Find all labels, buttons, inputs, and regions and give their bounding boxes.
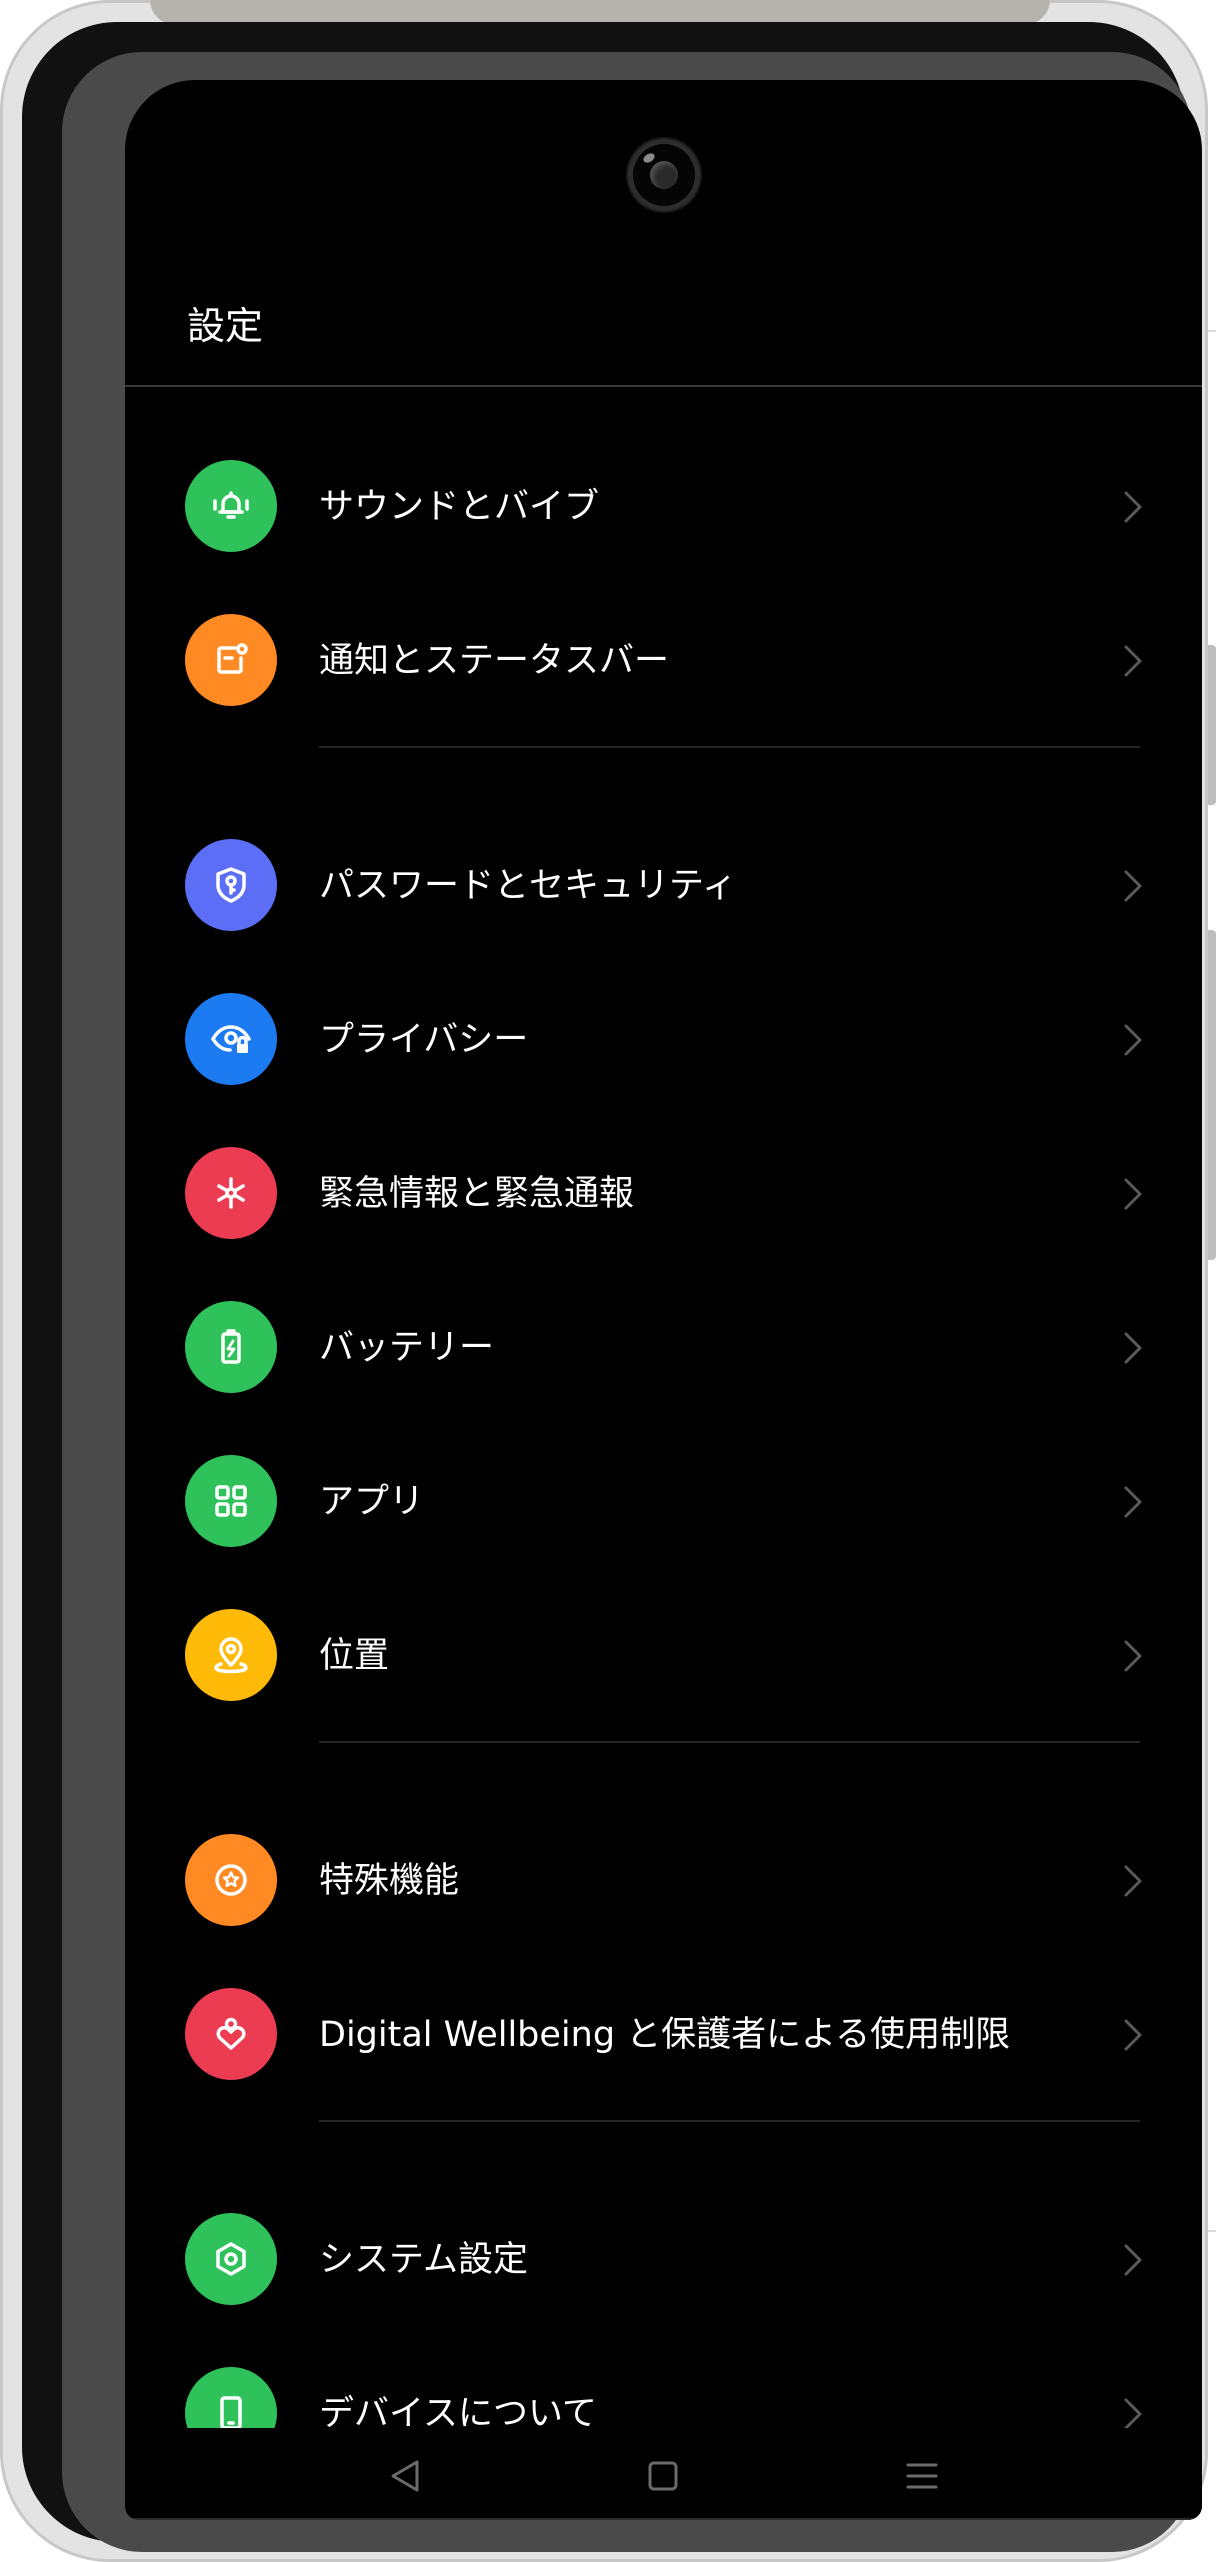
eye-lock-icon bbox=[185, 993, 277, 1085]
settings-item-label: サウンドとバイブ bbox=[319, 487, 600, 527]
chevron-right-icon bbox=[1124, 1332, 1142, 1364]
back-triangle-icon[interactable] bbox=[375, 2446, 435, 2506]
chevron-right-icon bbox=[1124, 645, 1142, 677]
settings-item-label: 特殊機能 bbox=[319, 1861, 460, 1901]
settings-item-emergency[interactable]: 緊急情報と緊急通報 bbox=[125, 1117, 1202, 1271]
settings-item-label: アプリ bbox=[319, 1482, 425, 1522]
settings-item-label: Digital Wellbeing と保護者による使用制限 bbox=[319, 2015, 1011, 2055]
settings-item-password-security[interactable]: パスワードとセキュリティ bbox=[125, 809, 1202, 963]
screen: 設定 サウンドとバイブ 通知とステータスバー パスワードとセキュリティ プライバ… bbox=[125, 80, 1202, 2520]
battery-icon bbox=[185, 1301, 277, 1393]
chevron-right-icon bbox=[1124, 2244, 1142, 2276]
chevron-right-icon bbox=[1124, 1865, 1142, 1897]
settings-item-location[interactable]: 位置 bbox=[125, 1579, 1202, 1733]
page-title: 設定 bbox=[187, 304, 264, 348]
section-divider bbox=[319, 2120, 1140, 2122]
shield-key-icon bbox=[185, 839, 277, 931]
chevron-right-icon bbox=[1124, 2019, 1142, 2051]
section-divider bbox=[319, 1741, 1140, 1743]
settings-item-sound[interactable]: サウンドとバイブ bbox=[125, 430, 1202, 584]
hexagon-gear-icon bbox=[185, 2213, 277, 2305]
phone-bezel: 設定 サウンドとバイブ 通知とステータスバー パスワードとセキュリティ プライバ… bbox=[62, 52, 1202, 2552]
apps-grid-icon bbox=[185, 1455, 277, 1547]
home-square-icon[interactable] bbox=[633, 2446, 693, 2506]
front-camera-icon bbox=[633, 144, 695, 206]
settings-item-privacy[interactable]: プライバシー bbox=[125, 963, 1202, 1117]
chevron-right-icon bbox=[1124, 491, 1142, 523]
phone-body: 設定 サウンドとバイブ 通知とステータスバー パスワードとセキュリティ プライバ… bbox=[22, 22, 1202, 2552]
settings-item-label: プライバシー bbox=[319, 1020, 529, 1060]
settings-item-notifications[interactable]: 通知とステータスバー bbox=[125, 584, 1202, 738]
menu-lines-icon[interactable] bbox=[892, 2446, 952, 2506]
settings-item-battery[interactable]: バッテリー bbox=[125, 1271, 1202, 1425]
phone-top-edge bbox=[150, 0, 1050, 24]
settings-item-label: 位置 bbox=[319, 1636, 390, 1676]
chevron-right-icon bbox=[1124, 1178, 1142, 1210]
asterisk-icon bbox=[185, 1147, 277, 1239]
settings-item-system[interactable]: システム設定 bbox=[125, 2183, 1202, 2337]
bell-vibrate-icon bbox=[185, 460, 277, 552]
settings-item-apps[interactable]: アプリ bbox=[125, 1425, 1202, 1579]
chevron-right-icon bbox=[1124, 1486, 1142, 1518]
phone-frame: 設定 サウンドとバイブ 通知とステータスバー パスワードとセキュリティ プライバ… bbox=[0, 0, 1208, 2562]
chevron-right-icon bbox=[1124, 1640, 1142, 1672]
notification-icon bbox=[185, 614, 277, 706]
navigation-bar bbox=[125, 2428, 1202, 2520]
settings-item-accessibility[interactable]: 特殊機能 bbox=[125, 1804, 1202, 1958]
settings-item-label: システム設定 bbox=[319, 2240, 528, 2280]
settings-item-label: パスワードとセキュリティ bbox=[319, 866, 737, 906]
heart-person-icon bbox=[185, 1988, 277, 2080]
settings-item-label: バッテリー bbox=[319, 1328, 495, 1368]
location-pin-icon bbox=[185, 1609, 277, 1701]
chevron-right-icon bbox=[1124, 870, 1142, 902]
section-divider bbox=[319, 746, 1140, 748]
chevron-right-icon bbox=[1124, 1024, 1142, 1056]
settings-item-label: 通知とステータスバー bbox=[319, 641, 670, 681]
bottom-divider bbox=[125, 2518, 1202, 2520]
settings-item-digital-wellbeing[interactable]: Digital Wellbeing と保護者による使用制限 bbox=[125, 1958, 1202, 2112]
star-circle-icon bbox=[185, 1834, 277, 1926]
title-divider bbox=[125, 385, 1202, 387]
settings-item-label: 緊急情報と緊急通報 bbox=[319, 1174, 635, 1214]
